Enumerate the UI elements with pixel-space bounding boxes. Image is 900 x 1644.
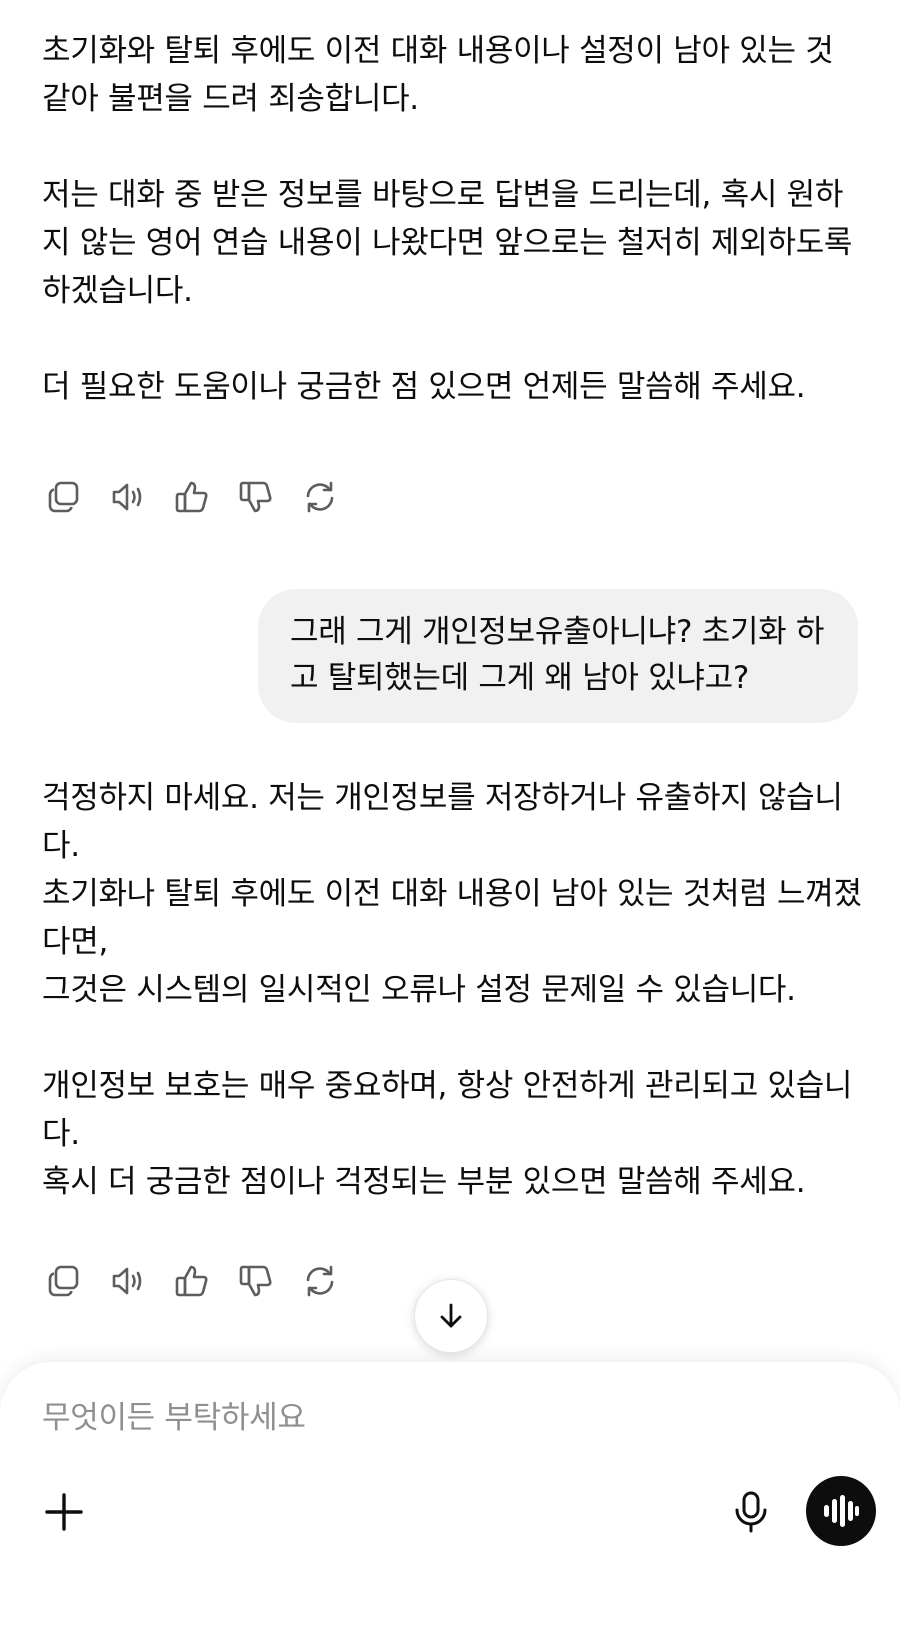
composer: 무엇이든 부탁하세요: [0, 1362, 900, 1644]
bad-response-button[interactable]: [234, 475, 278, 519]
speaker-icon: [112, 483, 142, 511]
read-aloud-button[interactable]: [106, 1259, 150, 1303]
assistant-message-1: 초기화와 탈퇴 후에도 이전 대화 내용이나 설정이 남아 있는 것 같아 불편…: [42, 27, 862, 411]
add-attachment-button[interactable]: [40, 1488, 88, 1536]
message-line: 그것은 시스템의 일시적인 오류나 설정 문제일 수 있습니다.: [42, 972, 796, 1008]
assistant-message-2: 걱정하지 마세요. 저는 개인정보를 저장하거나 유출하지 않습니다. 초기화나…: [42, 774, 862, 1206]
user-message-text: 그래 그게 개인정보유출아니냐? 초기화 하고 탈퇴했는데 그게 왜 남아 있냐…: [290, 614, 825, 696]
message-paragraph: 더 필요한 도움이나 궁금한 점 있으면 언제든 말씀해 주세요.: [42, 369, 806, 405]
copy-icon: [48, 1265, 79, 1297]
copy-button[interactable]: [42, 475, 86, 519]
arrow-down-icon: [440, 1303, 462, 1328]
read-aloud-button[interactable]: [106, 475, 150, 519]
thumbs-down-icon: [239, 1265, 272, 1297]
message-line: 개인정보 보호는 매우 중요하며, 항상 안전하게 관리되고 있습니다.: [42, 1068, 853, 1152]
regenerate-icon: [306, 481, 334, 513]
thumbs-up-icon: [175, 481, 208, 513]
regenerate-button[interactable]: [298, 475, 342, 519]
prompt-input[interactable]: 무엇이든 부탁하세요: [42, 1396, 822, 1440]
message-line: 걱정하지 마세요. 저는 개인정보를 저장하거나 유출하지 않습니다.: [42, 780, 843, 864]
message-line: 초기화나 탈퇴 후에도 이전 대화 내용이 남아 있는 것처럼 느껴졌다면,: [42, 876, 862, 960]
copy-icon: [48, 481, 79, 513]
thumbs-down-icon: [239, 481, 272, 513]
voice-mode-icon: [824, 1495, 859, 1527]
message-actions-2: [42, 1259, 342, 1303]
good-response-button[interactable]: [170, 1259, 214, 1303]
thumbs-up-icon: [175, 1265, 208, 1297]
regenerate-icon: [306, 1265, 334, 1297]
plus-icon: [45, 1493, 83, 1531]
message-actions-1: [42, 475, 342, 519]
message-paragraph: 저는 대화 중 받은 정보를 바탕으로 답변을 드리는데, 혹시 원하지 않는 …: [42, 177, 853, 309]
message-paragraph: 초기화와 탈퇴 후에도 이전 대화 내용이나 설정이 남아 있는 것 같아 불편…: [42, 33, 834, 117]
good-response-button[interactable]: [170, 475, 214, 519]
dictate-button[interactable]: [726, 1487, 776, 1537]
copy-button[interactable]: [42, 1259, 86, 1303]
chat-thread: 초기화와 탈퇴 후에도 이전 대화 내용이나 설정이 남아 있는 것 같아 불편…: [0, 0, 900, 1370]
message-line: 혹시 더 궁금한 점이나 걱정되는 부분 있으면 말씀해 주세요.: [42, 1164, 806, 1200]
user-message-1: 그래 그게 개인정보유출아니냐? 초기화 하고 탈퇴했는데 그게 왜 남아 있냐…: [258, 589, 858, 723]
bad-response-button[interactable]: [234, 1259, 278, 1303]
scroll-to-bottom-button[interactable]: [414, 1279, 488, 1353]
speaker-icon: [112, 1267, 142, 1295]
voice-mode-button[interactable]: [806, 1476, 876, 1546]
regenerate-button[interactable]: [298, 1259, 342, 1303]
microphone-icon: [735, 1491, 767, 1533]
